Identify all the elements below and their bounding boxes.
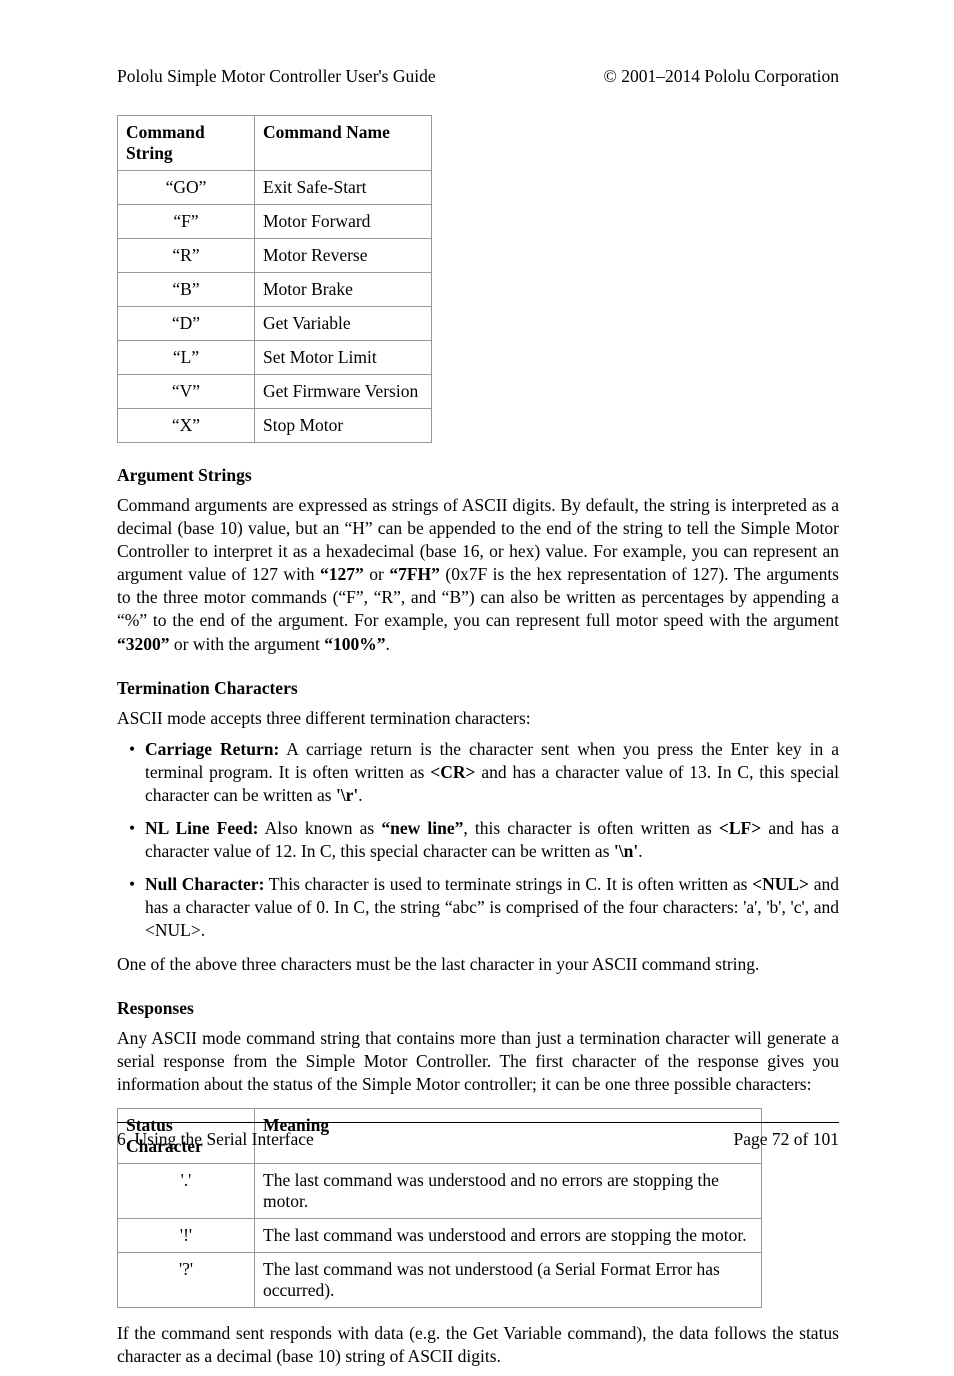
list-item: Carriage Return: A carriage return is th…	[145, 738, 839, 807]
table-row: '?'The last command was not understood (…	[118, 1252, 762, 1307]
cmd-string: “V”	[118, 375, 255, 409]
cmd-name: Motor Brake	[255, 273, 432, 307]
table-row: “D”Get Variable	[118, 307, 432, 341]
cmd-string: “F”	[118, 205, 255, 239]
cmd-name: Stop Motor	[255, 409, 432, 443]
table-row: “V”Get Firmware Version	[118, 375, 432, 409]
status-meaning: The last command was understood and no e…	[255, 1163, 762, 1218]
header-right: © 2001–2014 Pololu Corporation	[604, 66, 839, 87]
cmd-name: Get Variable	[255, 307, 432, 341]
heading-argument-strings: Argument Strings	[117, 465, 839, 486]
page-footer: 6. Using the Serial Interface Page 72 of…	[117, 1122, 839, 1150]
cmd-string: “GO”	[118, 171, 255, 205]
table-row: “B”Motor Brake	[118, 273, 432, 307]
status-char: '!'	[118, 1218, 255, 1252]
paragraph: ASCII mode accepts three different termi…	[117, 707, 839, 730]
footer-page-number: Page 72 of 101	[734, 1129, 839, 1150]
table-header-row: Command String Command Name	[118, 116, 432, 171]
status-meaning: The last command was understood and erro…	[255, 1218, 762, 1252]
paragraph: If the command sent responds with data (…	[117, 1322, 839, 1368]
heading-termination: Termination Characters	[117, 678, 839, 699]
table-row: “X”Stop Motor	[118, 409, 432, 443]
heading-responses: Responses	[117, 998, 839, 1019]
cmd-name: Motor Reverse	[255, 239, 432, 273]
paragraph: Command arguments are expressed as strin…	[117, 494, 839, 656]
status-char: '?'	[118, 1252, 255, 1307]
paragraph: Any ASCII mode command string that conta…	[117, 1027, 839, 1096]
termination-list: Carriage Return: A carriage return is th…	[117, 738, 839, 943]
list-item: NL Line Feed: Also known as “new line”, …	[145, 817, 839, 863]
table-row: '.'The last command was understood and n…	[118, 1163, 762, 1218]
cmd-name: Exit Safe-Start	[255, 171, 432, 205]
cmd-name: Get Firmware Version	[255, 375, 432, 409]
cmd-name: Motor Forward	[255, 205, 432, 239]
page-header: Pololu Simple Motor Controller User's Gu…	[117, 66, 839, 87]
table-row: “GO”Exit Safe-Start	[118, 171, 432, 205]
table-row: “F”Motor Forward	[118, 205, 432, 239]
table-row: “R”Motor Reverse	[118, 239, 432, 273]
list-item: Null Character: This character is used t…	[145, 873, 839, 942]
paragraph: One of the above three characters must b…	[117, 953, 839, 976]
table-row: “L”Set Motor Limit	[118, 341, 432, 375]
cmd-string: “R”	[118, 239, 255, 273]
table-row: '!'The last command was understood and e…	[118, 1218, 762, 1252]
cmd-name: Set Motor Limit	[255, 341, 432, 375]
col-command-name: Command Name	[255, 116, 432, 171]
status-meaning: The last command was not understood (a S…	[255, 1252, 762, 1307]
cmd-string: “L”	[118, 341, 255, 375]
page-content: Pololu Simple Motor Controller User's Gu…	[117, 66, 839, 1376]
footer-section: 6. Using the Serial Interface	[117, 1129, 314, 1150]
command-table: Command String Command Name “GO”Exit Saf…	[117, 115, 432, 443]
cmd-string: “B”	[118, 273, 255, 307]
cmd-string: “D”	[118, 307, 255, 341]
footer-divider	[117, 1122, 839, 1123]
cmd-string: “X”	[118, 409, 255, 443]
col-command-string: Command String	[118, 116, 255, 171]
status-char: '.'	[118, 1163, 255, 1218]
header-left: Pololu Simple Motor Controller User's Gu…	[117, 66, 436, 87]
